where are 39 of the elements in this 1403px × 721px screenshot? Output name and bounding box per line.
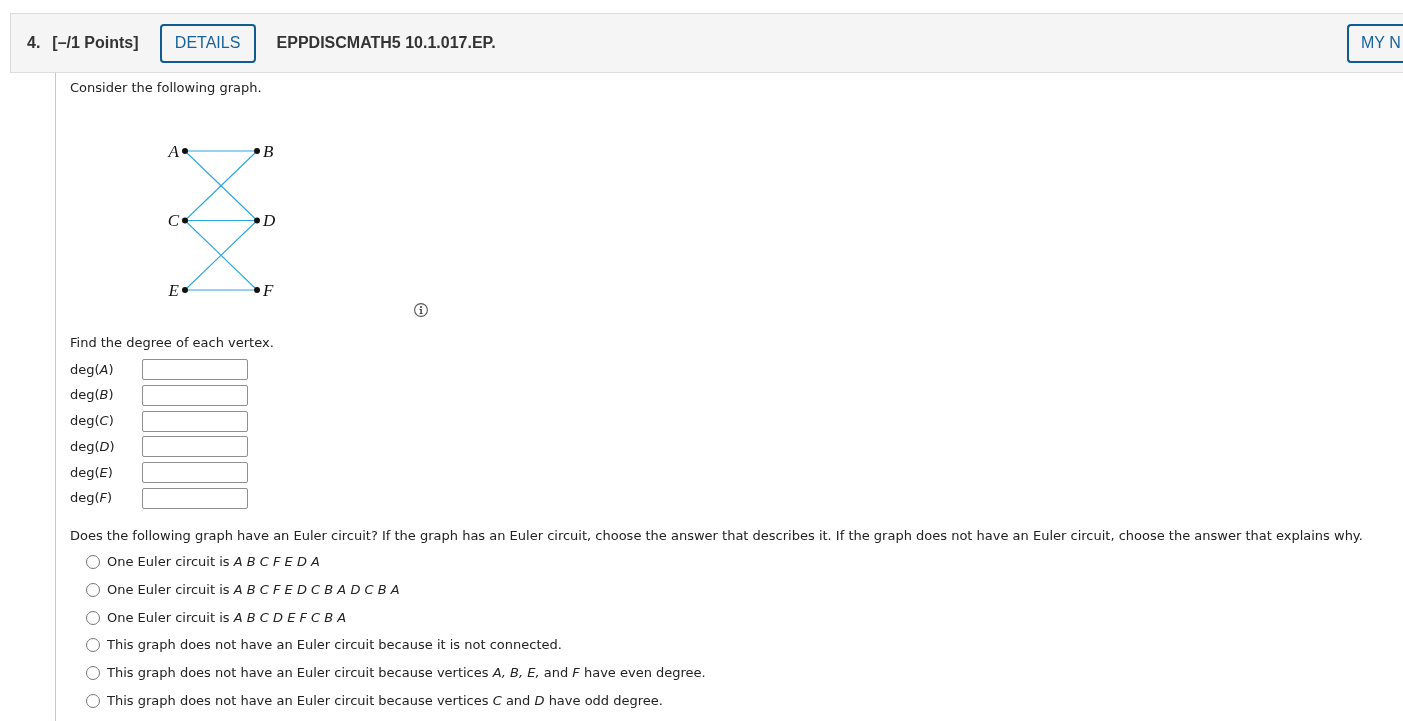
vertex-label: F xyxy=(263,280,274,300)
option-label: One Euler circuit is A B C D E F C B A xyxy=(107,609,347,626)
answer-field[interactable] xyxy=(142,436,248,458)
radio-button[interactable] xyxy=(86,693,100,708)
radio-button[interactable] xyxy=(86,610,100,625)
option-label: This graph does not have an Euler circuit because vertices C and D have odd degree. xyxy=(107,692,663,709)
header-button[interactable]: MY N xyxy=(1347,23,1403,63)
vertex-label: B xyxy=(263,141,274,161)
radio-button[interactable] xyxy=(86,666,100,681)
vertex-label: D xyxy=(263,211,276,230)
option-label: One Euler circuit is A B C F E D A xyxy=(107,554,320,570)
degree-prompt: Find the degree of each vertex. xyxy=(70,335,275,351)
field-label: deg(C) xyxy=(70,412,115,431)
option-label: This graph does not have an Euler circuit because it is not connected. xyxy=(107,637,562,654)
problem-code: EPPDISCMATH5 10.1.017.EP. xyxy=(276,34,496,52)
field-label: deg(E) xyxy=(70,463,114,482)
answer-field[interactable] xyxy=(142,488,248,509)
answer-field[interactable] xyxy=(142,359,248,380)
field-label: deg(F) xyxy=(70,489,114,508)
points-label: [–/1 Points] xyxy=(52,34,139,52)
vertex-label: C xyxy=(167,211,179,230)
intro-text: Consider the following graph. xyxy=(70,80,263,96)
question-number: 4. xyxy=(27,34,41,52)
vertex-label: A xyxy=(168,141,179,161)
field-label: deg(A) xyxy=(70,360,115,379)
radio-button[interactable] xyxy=(86,582,100,597)
info-icon[interactable] xyxy=(414,303,428,317)
option-label: One Euler circuit is A B C F E D C B A D C B A xyxy=(107,581,400,598)
field-label: deg(B) xyxy=(70,386,115,405)
vertex-label: E xyxy=(168,280,179,300)
answer-field[interactable] xyxy=(142,410,248,432)
radio-button[interactable] xyxy=(86,555,100,569)
field-label: deg(D) xyxy=(70,437,116,456)
radio-button[interactable] xyxy=(86,638,100,653)
answer-field[interactable] xyxy=(142,384,248,406)
details-button[interactable]: DETAILS xyxy=(159,23,256,63)
question-text: Does the following graph have an Euler circuit? If the graph has an Euler circuit, choose the answer that describes it. If the graph does not have an Euler circuit, choose the answer that explains why. xyxy=(70,528,1364,544)
option-label: This graph does not have an Euler circuit because vertices A, B, E, and F have even degree. xyxy=(107,665,706,682)
answer-field[interactable] xyxy=(142,462,248,484)
